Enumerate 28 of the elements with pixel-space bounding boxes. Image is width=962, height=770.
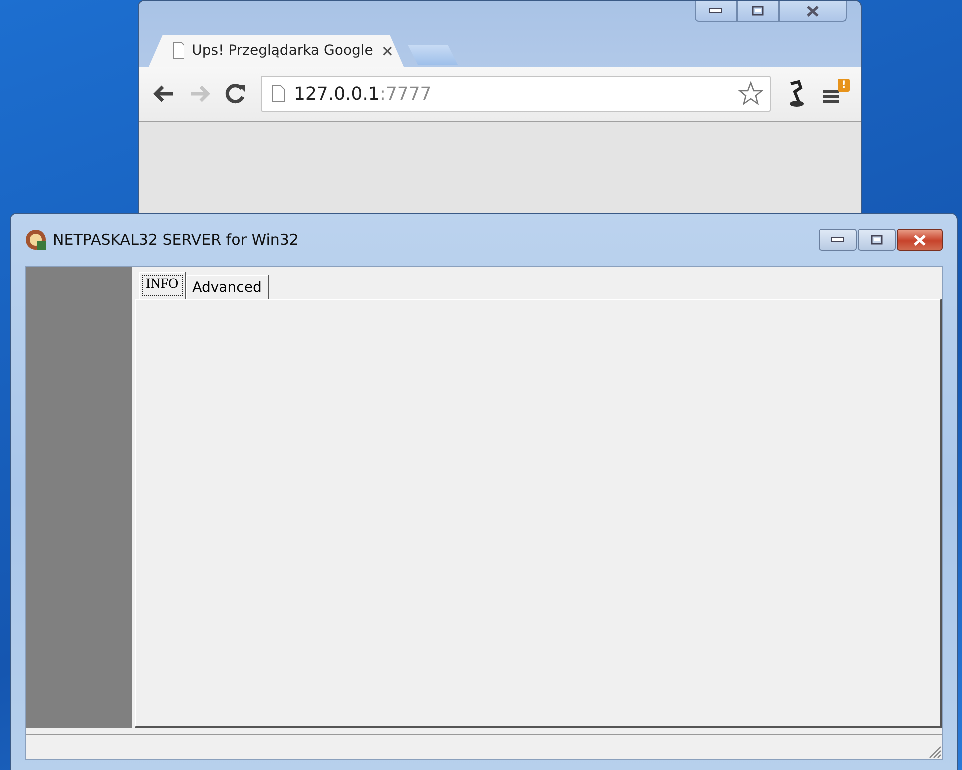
app-icon [25,229,47,251]
warning-badge: ! [838,79,850,92]
maximize-button[interactable] [737,1,779,22]
close-button[interactable] [897,229,943,251]
close-icon [806,6,820,16]
minimize-button[interactable] [819,229,857,251]
page-icon [173,42,184,60]
close-button[interactable] [779,1,847,22]
back-icon[interactable] [153,85,175,103]
maximize-icon [752,6,764,16]
tab-title: Ups! Przeglądarka Google [192,43,374,59]
address-bar[interactable]: 127.0.0.1:7777 [261,76,771,112]
url-text: 127.0.0.1:7777 [294,84,433,104]
minimize-icon [831,237,845,243]
star-icon[interactable] [738,81,764,107]
maximize-icon [871,235,883,245]
minimize-icon [709,8,723,14]
tab[interactable]: Advanced [186,275,269,299]
close-icon [913,234,927,246]
page-icon [272,85,286,103]
resize-grip-icon[interactable] [928,745,942,759]
browser-tab[interactable]: Ups! Przeglądarka Google × [149,35,404,67]
tab[interactable]: INFO [139,272,186,299]
reload-icon[interactable] [225,83,247,105]
minimize-button[interactable] [695,1,737,22]
maximize-button[interactable] [858,229,896,251]
close-tab-button[interactable]: × [381,42,394,60]
window-title: NETPASKAL32 SERVER for Win32 [53,231,300,249]
